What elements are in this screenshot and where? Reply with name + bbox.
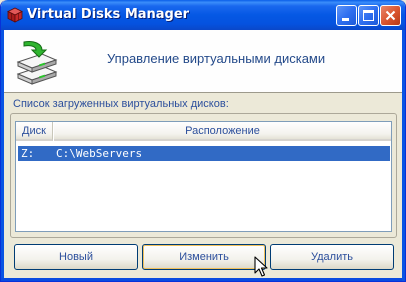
header-title: Управление виртуальными дисками bbox=[107, 51, 326, 66]
new-button[interactable]: Новый bbox=[14, 244, 138, 270]
disk-drive-arrow-icon bbox=[16, 41, 58, 85]
disk-list-label: Список загруженных виртуальных дисков: bbox=[13, 98, 229, 110]
column-header-disk[interactable]: Диск bbox=[16, 122, 53, 141]
disk-path-cell: C:\WebServers bbox=[56, 147, 143, 160]
title-bar[interactable]: Virtual Disks Manager bbox=[1, 0, 405, 30]
window-title: Virtual Disks Manager bbox=[27, 7, 190, 22]
disk-letter-cell: Z: bbox=[21, 147, 35, 160]
close-button[interactable] bbox=[380, 5, 401, 26]
table-row[interactable]: Z: C:\WebServers bbox=[18, 146, 390, 161]
red-cube-icon bbox=[7, 7, 23, 23]
header-panel: Управление виртуальными дисками bbox=[4, 30, 404, 93]
minimize-button[interactable] bbox=[336, 5, 357, 26]
app-window: Virtual Disks Manager Управление виртуал… bbox=[0, 0, 406, 282]
mouse-pointer-icon bbox=[254, 256, 268, 277]
disk-list[interactable]: Диск Расположение Z: C:\WebServers bbox=[15, 121, 392, 232]
column-header-location[interactable]: Расположение bbox=[54, 122, 391, 141]
delete-button[interactable]: Удалить bbox=[270, 244, 394, 270]
maximize-button[interactable] bbox=[358, 5, 379, 26]
minimize-icon bbox=[342, 18, 349, 21]
window-bottom-border bbox=[1, 278, 405, 281]
maximize-icon bbox=[363, 10, 374, 21]
close-icon bbox=[385, 10, 396, 21]
edit-button[interactable]: Изменить bbox=[142, 244, 266, 270]
